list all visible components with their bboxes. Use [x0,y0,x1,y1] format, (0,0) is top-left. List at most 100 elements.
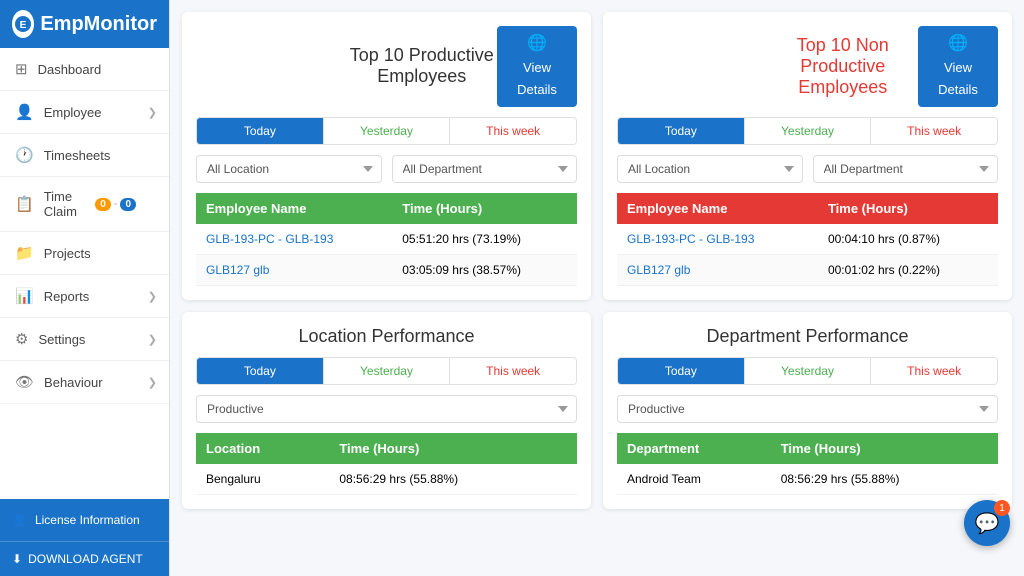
brand-name: EmpMonitor [40,13,157,36]
location-col-time: Time (Hours) [329,433,577,464]
settings-icon: ⚙ [15,330,28,348]
tab-today-non-productive[interactable]: Today [618,118,745,144]
non-productive-dropdowns: All Location All Department [617,155,998,183]
tab-yesterday-productive[interactable]: Yesterday [324,118,451,144]
chat-button[interactable]: 💬 1 [964,500,1010,546]
productive-department-dropdown[interactable]: All Department [392,155,578,183]
employee-name-cell[interactable]: GLB127 glb [617,254,818,285]
time-cell: 03:05:09 hrs (38.57%) [392,254,577,285]
sidebar: E EmpMonitor ⊞ Dashboard 👤 Employee ❯ 🕐 … [0,0,170,576]
chat-icon: 💬 [975,511,1000,536]
employee-name-cell[interactable]: GLB127 glb [196,254,392,285]
time-cell: 00:04:10 hrs (0.87%) [818,224,998,255]
chevron-right-icon: ❯ [148,376,157,389]
department-performance-card: Department Performance Today Yesterday T… [603,312,1012,509]
department-table: Department Time (Hours) Android Team08:5… [617,433,998,495]
location-cell: Bengaluru [196,464,329,495]
tab-today-department[interactable]: Today [618,358,745,384]
department-productive-dropdown[interactable]: Productive [617,395,998,423]
time-cell: 00:01:02 hrs (0.22%) [818,254,998,285]
department-col-name: Department [617,433,771,464]
non-productive-location-dropdown[interactable]: All Location [617,155,803,183]
top-non-productive-card: Top 10 Non Productive Employees 🌐 View D… [603,12,1012,300]
department-col-time: Time (Hours) [771,433,998,464]
logo-icon: E [12,10,34,38]
tab-today-location[interactable]: Today [197,358,324,384]
location-table-header: Location Time (Hours) [196,433,577,464]
non-productive-card-header: Top 10 Non Productive Employees 🌐 View D… [617,26,998,107]
tab-today-productive[interactable]: Today [197,118,324,144]
location-col-name: Location [196,433,329,464]
tab-yesterday-location[interactable]: Yesterday [324,358,451,384]
productive-card-header: Top 10 Productive Employees 🌐 View Detai… [196,26,577,107]
tab-thisweek-productive[interactable]: This week [450,118,576,144]
sidebar-item-dashboard[interactable]: ⊞ Dashboard [0,48,169,91]
non-productive-view-details-button[interactable]: 🌐 View Details [918,26,998,107]
sidebar-item-label: Settings [38,332,85,347]
productive-dropdowns: All Location All Department [196,155,577,183]
table-row: GLB127 glb03:05:09 hrs (38.57%) [196,254,577,285]
sidebar-item-label: Dashboard [38,62,102,77]
chevron-right-icon: ❯ [148,106,157,119]
sidebar-item-settings[interactable]: ⚙ Settings ❯ [0,318,169,361]
sidebar-item-label: Employee [44,105,102,120]
sidebar-item-reports[interactable]: 📊 Reports ❯ [0,275,169,318]
reports-icon: 📊 [15,287,34,305]
time-claim-icon: 📋 [15,195,34,213]
non-productive-table-header: Employee Name Time (Hours) [617,193,998,224]
employee-name-cell[interactable]: GLB-193-PC - GLB-193 [617,224,818,255]
productive-view-details-button[interactable]: 🌐 View Details [497,26,577,107]
sidebar-logo[interactable]: E EmpMonitor [0,0,169,48]
location-tabs: Today Yesterday This week [196,357,577,385]
tab-yesterday-department[interactable]: Yesterday [745,358,872,384]
sidebar-item-timesheets[interactable]: 🕐 Timesheets [0,134,169,177]
sidebar-nav: ⊞ Dashboard 👤 Employee ❯ 🕐 Timesheets 📋 … [0,48,169,499]
location-productive-dropdown[interactable]: Productive [196,395,577,423]
tab-thisweek-location[interactable]: This week [450,358,576,384]
department-performance-title: Department Performance [617,326,998,347]
download-icon: ⬇ [12,552,22,566]
chevron-right-icon: ❯ [148,290,157,303]
chat-notification-badge: 1 [994,500,1010,516]
tab-thisweek-non-productive[interactable]: This week [871,118,997,144]
top-productive-card: Top 10 Productive Employees 🌐 View Detai… [182,12,591,300]
svg-text:E: E [20,20,27,31]
time-cell: 08:56:29 hrs (55.88%) [329,464,577,495]
non-productive-tabs: Today Yesterday This week [617,117,998,145]
download-agent-button[interactable]: ⬇ DOWNLOAD AGENT [0,541,169,576]
department-dropdowns: Productive [617,395,998,423]
location-performance-title: Location Performance [196,326,577,347]
globe-icon: 🌐 [948,34,968,55]
projects-icon: 📁 [15,244,34,262]
location-table: Location Time (Hours) Bengaluru08:56:29 … [196,433,577,495]
employee-icon: 👤 [15,103,34,121]
table-row: GLB-193-PC - GLB-19300:04:10 hrs (0.87%) [617,224,998,255]
sidebar-item-projects[interactable]: 📁 Projects [0,232,169,275]
sidebar-item-label: Time Claim [44,189,96,219]
chevron-right-icon: ❯ [148,333,157,346]
main-content: Top 10 Productive Employees 🌐 View Detai… [170,0,1024,576]
productive-col-time: Time (Hours) [392,193,577,224]
sidebar-bottom: 👤 License Information ⬇ DOWNLOAD AGENT [0,499,169,576]
time-claim-badges: 0 - 0 [95,198,136,211]
non-productive-card-title: Top 10 Non Productive Employees [768,35,919,98]
non-productive-col-time: Time (Hours) [818,193,998,224]
sidebar-item-employee[interactable]: 👤 Employee ❯ [0,91,169,134]
tab-yesterday-non-productive[interactable]: Yesterday [745,118,872,144]
badge-orange: 0 [95,198,111,211]
sidebar-item-time-claim[interactable]: 📋 Time Claim 0 - 0 [0,177,169,232]
employee-name-cell[interactable]: GLB-193-PC - GLB-193 [196,224,392,255]
non-productive-department-dropdown[interactable]: All Department [813,155,999,183]
tab-thisweek-department[interactable]: This week [871,358,997,384]
productive-table: Employee Name Time (Hours) GLB-193-PC - … [196,193,577,286]
location-dropdowns: Productive [196,395,577,423]
time-cell: 08:56:29 hrs (55.88%) [771,464,998,495]
productive-location-dropdown[interactable]: All Location [196,155,382,183]
time-cell: 05:51:20 hrs (73.19%) [392,224,577,255]
license-information[interactable]: 👤 License Information [0,499,169,541]
sidebar-item-behaviour[interactable]: 👁 Behaviour ❯ [0,361,169,404]
sidebar-item-label: Behaviour [44,375,103,390]
non-productive-table: Employee Name Time (Hours) GLB-193-PC - … [617,193,998,286]
table-row: GLB127 glb00:01:02 hrs (0.22%) [617,254,998,285]
productive-tabs: Today Yesterday This week [196,117,577,145]
